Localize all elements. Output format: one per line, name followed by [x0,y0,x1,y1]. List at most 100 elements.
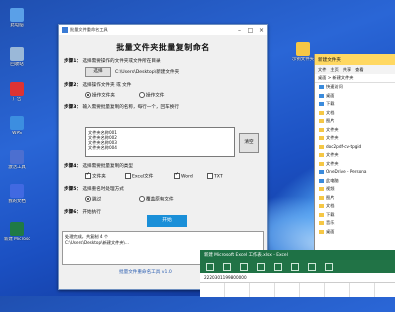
explorer-ribbon: 文件 主页 共享 查看 [315,65,395,74]
excel-toolbar [200,260,395,273]
nav-item[interactable]: OneDrive - Persona [315,168,395,177]
nav-item[interactable]: 文件夹 [315,151,395,160]
checkbox-word[interactable]: Word [174,172,193,180]
desktop-icon-excel[interactable]: 新建 Microsoft Excel 工作表 [4,222,30,242]
nav-item[interactable]: 文件夹 [315,134,395,143]
folder-icon [319,187,324,192]
folder-icon [319,85,324,90]
nav-item[interactable]: 下载 [315,211,395,220]
desktop-icon-tool[interactable]: 激活工具 [4,150,30,170]
radio-icon[interactable] [139,196,145,202]
dialog-title: 批量文件重命名工具 [70,27,108,32]
option-skip[interactable]: 跳过 [85,196,101,203]
tool-icon[interactable] [308,262,316,271]
checkbox-txt[interactable]: TXT [207,173,223,180]
option-overwrite[interactable]: 覆盖原有文件 [139,196,174,203]
folder-icon [319,170,324,175]
nav-item[interactable]: 此电脑 [315,177,395,186]
tool-icon[interactable] [274,262,282,271]
names-textarea[interactable]: 文件夹名称001 文件夹名称002 文件夹名称003 文件夹名称004 [85,127,235,157]
folder-icon [319,127,324,132]
tool-icon[interactable] [325,262,333,271]
dialog-titlebar: 批量文件重命名工具 – □ × [59,25,267,35]
folder-icon [319,144,324,149]
tool-icon[interactable] [223,262,231,271]
tool-icon[interactable] [206,262,214,271]
ribbon-tab[interactable]: 文件 [318,67,326,73]
selected-path: C:\Users\Desktop\新建文件夹 [115,70,180,75]
nav-item[interactable]: 桌面 [315,92,395,101]
minimize-icon[interactable]: – [234,27,245,34]
radio-icon[interactable] [85,196,91,202]
nav-item[interactable]: 图片 [315,117,395,126]
checkbox-excel[interactable]: Excel文件 [125,173,153,180]
desktop-icon-folder[interactable]: 示例文件夹 [290,42,316,62]
folder-icon [319,229,324,234]
nav-item[interactable]: 快速访问 [315,83,395,92]
folder-icon [319,102,324,107]
nav-item[interactable]: 桌面 [315,228,395,237]
formula-bar[interactable]: 2220301199800000 [200,273,395,283]
option-file[interactable]: 操作文件 [139,92,164,99]
folder-icon [319,93,324,98]
tool-icon[interactable] [257,262,265,271]
folder-icon [319,178,324,183]
maximize-icon[interactable]: □ [245,27,256,34]
nav-item[interactable]: 文件夹 [315,126,395,135]
footer-text: 批量文件重命名工具 v1.0 [119,270,172,275]
step4-row: 步骤4： 选择需要批量复制的类型 [64,164,133,169]
step3-row: 步骤3： 输入需要批量复制的名称，每行一个，回车换行 [64,105,179,110]
document-icon [10,184,24,198]
nav-item[interactable]: 下载 [315,100,395,109]
checkbox-folder[interactable]: 文件夹 [85,172,106,180]
radio-icon[interactable] [139,92,145,98]
checkbox-icon[interactable] [125,173,131,179]
ribbon-tab[interactable]: 主页 [330,67,338,73]
folder-icon [319,119,324,124]
app-icon [10,150,24,164]
step1-row: 步骤1： 选择需要操作的文件夹或文件所在目录 [64,59,161,64]
app-icon [62,27,68,33]
nav-item[interactable]: 文档 [315,109,395,118]
nav-item[interactable]: 文件夹 [315,160,395,169]
folder-icon [319,136,324,141]
select-folder-button[interactable]: 选择 [85,67,111,77]
ribbon-tab[interactable]: 共享 [343,67,351,73]
recycle-bin-icon [10,47,24,61]
folder-icon [319,110,324,115]
address-bar[interactable]: 桌面 > 新建文件夹 [315,74,395,83]
desktop-icon-ads[interactable]: 广告 [4,82,30,102]
sheet-grid[interactable] [200,283,395,297]
step5-row: 步骤5： 选择重名时处理方式 [64,187,124,192]
checkbox-icon[interactable] [174,172,180,179]
nav-tree: 快速访问 桌面 下载 文档 图片 文件夹 文件夹 doc2pdf-cv-tpgid 文件夹 文件夹… [315,83,395,236]
nav-item[interactable]: doc2pdf-cv-tpgid [315,143,395,152]
clear-button[interactable]: 清空 [239,133,259,153]
close-icon[interactable]: × [256,27,267,34]
excel-icon [10,222,24,236]
tool-icon[interactable] [291,262,299,271]
nav-item[interactable]: 文档 [315,202,395,211]
nav-item[interactable]: 音乐 [315,219,395,228]
checkbox-icon[interactable] [85,172,91,179]
desktop-icon-wps[interactable]: WPS [4,116,30,136]
folder-icon [319,195,324,200]
file-explorer-window: 新建文件夹 文件 主页 共享 查看 桌面 > 新建文件夹 快速访问 桌面 下载 文档图… [314,54,395,259]
app-icon [10,82,24,96]
desktop-icon-docs[interactable]: 我的文档 [4,184,30,204]
folder-icon [319,161,324,166]
nav-item[interactable]: 图片 [315,194,395,203]
run-button[interactable]: 开始 [147,215,187,227]
ribbon-tab[interactable]: 查看 [355,67,363,73]
folder-icon [319,153,324,158]
dialog-heading: 批量文件夹批量复制命名 [116,43,210,52]
desktop-icon-this-pc[interactable]: 此电脑 [4,8,30,28]
desktop-icon-recycle-bin[interactable]: 回收站 [4,47,30,67]
option-folder[interactable]: 操作文件夹 [85,92,115,99]
excel-window: 新建 Microsoft Excel 工作表.xlsx - Excel 2220… [200,250,395,297]
tool-icon[interactable] [240,262,248,271]
checkbox-icon[interactable] [207,173,213,179]
app-icon [10,116,24,130]
radio-icon[interactable] [85,92,91,98]
nav-item[interactable]: 视频 [315,185,395,194]
